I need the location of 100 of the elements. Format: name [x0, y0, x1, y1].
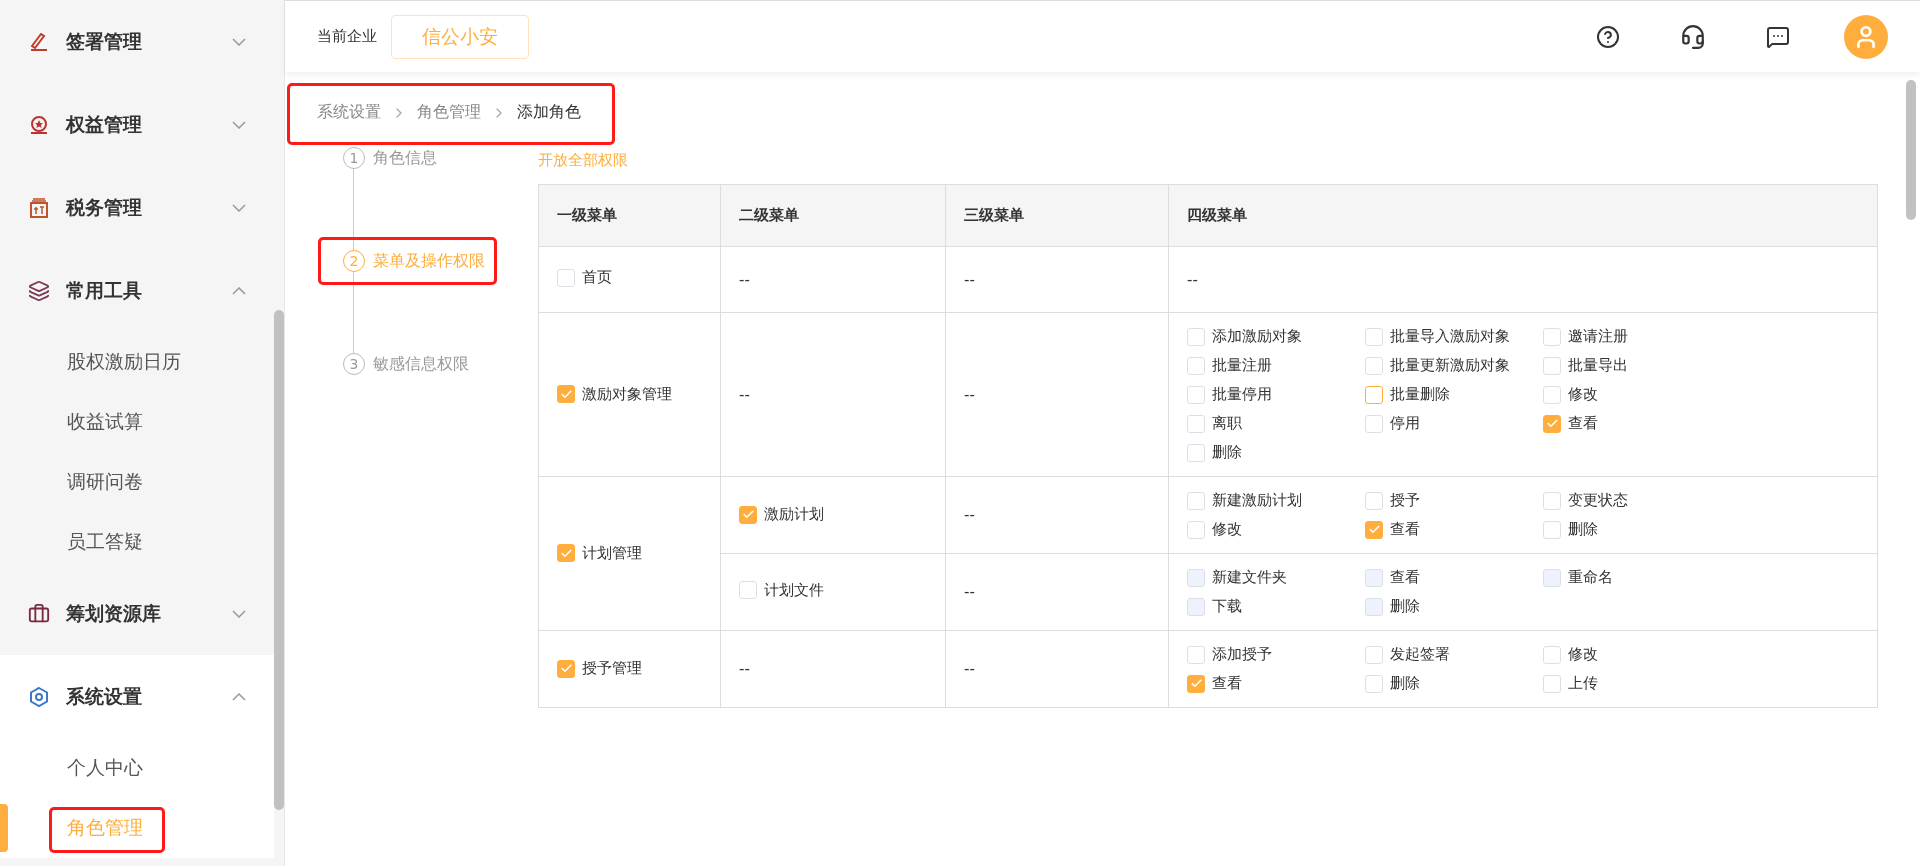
checkbox[interactable]: [557, 268, 575, 287]
sidebar-item-label: 个人中心: [66, 755, 144, 780]
permission-checkbox[interactable]: 查看: [1543, 414, 1721, 433]
checkbox[interactable]: [557, 659, 575, 678]
sidebar-group-header[interactable]: 系统设置: [0, 655, 274, 738]
checkbox[interactable]: [1543, 327, 1561, 346]
checkbox[interactable]: [1365, 491, 1383, 510]
sidebar-item[interactable]: 股权激励日历: [0, 332, 274, 392]
permission-checkbox[interactable]: 批量导入激励对象: [1365, 327, 1543, 346]
checkbox[interactable]: [1543, 674, 1561, 693]
checkbox[interactable]: [1365, 674, 1383, 693]
checkbox[interactable]: [1543, 491, 1561, 510]
permission-checkbox[interactable]: 计划管理: [557, 543, 642, 563]
permission-checkbox[interactable]: 激励对象管理: [557, 384, 672, 404]
sidebar-group-header[interactable]: 权益管理: [0, 83, 274, 166]
checkbox[interactable]: [1187, 385, 1205, 404]
permission-checkbox[interactable]: 删除: [1543, 520, 1721, 539]
permission-checkbox[interactable]: 删除: [1187, 443, 1365, 462]
checkbox[interactable]: [1365, 385, 1383, 404]
checkbox-label: 重命名: [1568, 568, 1613, 587]
sidebar-item-label: 股权激励日历: [66, 349, 182, 374]
checkbox[interactable]: [1187, 520, 1205, 539]
permission-checkbox[interactable]: 变更状态: [1543, 491, 1721, 510]
permission-checkbox[interactable]: 修改: [1543, 385, 1721, 404]
checkbox[interactable]: [557, 385, 575, 403]
chevron-down-icon: [232, 37, 246, 46]
sidebar-group-label: 签署管理: [66, 28, 143, 54]
checkbox[interactable]: [1187, 674, 1205, 693]
sidebar-group-header[interactable]: 筹划资源库: [0, 572, 274, 655]
permission-checkbox[interactable]: 添加激励对象: [1187, 327, 1365, 346]
sidebar-item[interactable]: 调研问卷: [0, 452, 274, 512]
table-cell-text: --: [964, 385, 975, 404]
sidebar-item[interactable]: 员工答疑: [0, 512, 274, 572]
checkbox[interactable]: [1187, 327, 1205, 346]
checkbox[interactable]: [1365, 520, 1383, 539]
sidebar-group-header[interactable]: 签署管理: [0, 0, 274, 83]
permission-checkbox[interactable]: 上传: [1543, 674, 1721, 693]
permission-checkbox[interactable]: 添加授予: [1187, 645, 1365, 664]
checkbox[interactable]: [1187, 491, 1205, 510]
permission-checkbox[interactable]: 停用: [1365, 414, 1543, 433]
checkbox[interactable]: [1187, 356, 1205, 375]
breadcrumb-link[interactable]: 角色管理: [417, 102, 481, 123]
permission-checkbox[interactable]: 批量更新激励对象: [1365, 356, 1543, 375]
checkbox[interactable]: [1365, 645, 1383, 664]
sidebar-item[interactable]: 收益试算: [0, 392, 274, 452]
check-icon: [1545, 417, 1559, 430]
checkbox-label: 计划文件: [764, 580, 824, 600]
checkbox[interactable]: [1543, 645, 1561, 664]
permission-checkbox[interactable]: 查看: [1187, 674, 1365, 693]
permission-checkbox[interactable]: 授予管理: [557, 659, 642, 678]
permission-checkbox[interactable]: 计划文件: [739, 580, 824, 600]
checkbox[interactable]: [1543, 520, 1561, 539]
message-icon[interactable]: [1766, 24, 1790, 49]
checkbox-label: 删除: [1390, 674, 1420, 693]
checkbox[interactable]: [1187, 443, 1205, 462]
help-icon[interactable]: [1596, 24, 1620, 49]
permission-checkbox[interactable]: 修改: [1187, 520, 1365, 539]
permission-checkbox[interactable]: 离职: [1187, 414, 1365, 433]
permission-checkbox[interactable]: 邀请注册: [1543, 327, 1721, 346]
breadcrumb-link[interactable]: 添加角色: [517, 102, 581, 123]
permission-checkbox[interactable]: 首页: [557, 268, 612, 288]
checkbox[interactable]: [739, 505, 757, 524]
checkbox[interactable]: [1543, 385, 1561, 404]
scrollbar[interactable]: [1906, 80, 1916, 220]
permission-checkbox[interactable]: 激励计划: [739, 505, 824, 524]
table-cell-text: --: [739, 385, 750, 404]
permission-checkbox[interactable]: 新建激励计划: [1187, 491, 1365, 510]
checkbox[interactable]: [1543, 414, 1561, 433]
checkbox[interactable]: [1543, 356, 1561, 375]
checkbox-label: 离职: [1212, 414, 1242, 433]
checkbox[interactable]: [557, 544, 575, 562]
permission-checkbox[interactable]: 批量删除: [1365, 385, 1543, 404]
scrollbar[interactable]: [274, 310, 284, 810]
check-icon: [559, 546, 573, 560]
permission-checkbox[interactable]: 授予: [1365, 491, 1543, 510]
sidebar-group-label: 筹划资源库: [66, 600, 162, 626]
permission-checkbox[interactable]: 删除: [1365, 674, 1543, 693]
checkbox-label: 删除: [1212, 443, 1242, 462]
checkbox[interactable]: [1187, 645, 1205, 664]
sidebar-item[interactable]: 个人中心: [0, 738, 274, 798]
checkbox-label: 批量停用: [1212, 385, 1272, 404]
checkbox[interactable]: [1365, 327, 1383, 346]
checkbox-label: 查看: [1390, 568, 1420, 587]
sidebar-group-header[interactable]: 税务管理: [0, 166, 274, 249]
permission-checkbox[interactable]: 查看: [1365, 520, 1543, 539]
permission-checkbox[interactable]: 发起签署: [1365, 645, 1543, 664]
avatar[interactable]: [1844, 14, 1888, 59]
checkbox[interactable]: [1365, 356, 1383, 375]
permission-checkbox[interactable]: 批量停用: [1187, 385, 1365, 404]
checkbox[interactable]: [1365, 414, 1383, 433]
sidebar-group-header[interactable]: 常用工具: [0, 249, 274, 332]
permission-checkbox[interactable]: 修改: [1543, 645, 1721, 664]
checkbox[interactable]: [739, 581, 757, 600]
permission-checkbox[interactable]: 批量导出: [1543, 356, 1721, 375]
breadcrumb-link[interactable]: 系统设置: [317, 102, 381, 123]
checkbox-label: 激励对象管理: [582, 384, 672, 404]
checkbox[interactable]: [1187, 414, 1205, 433]
check-icon: [1367, 523, 1381, 536]
permission-checkbox[interactable]: 批量注册: [1187, 356, 1365, 375]
headset-icon[interactable]: [1680, 23, 1706, 50]
